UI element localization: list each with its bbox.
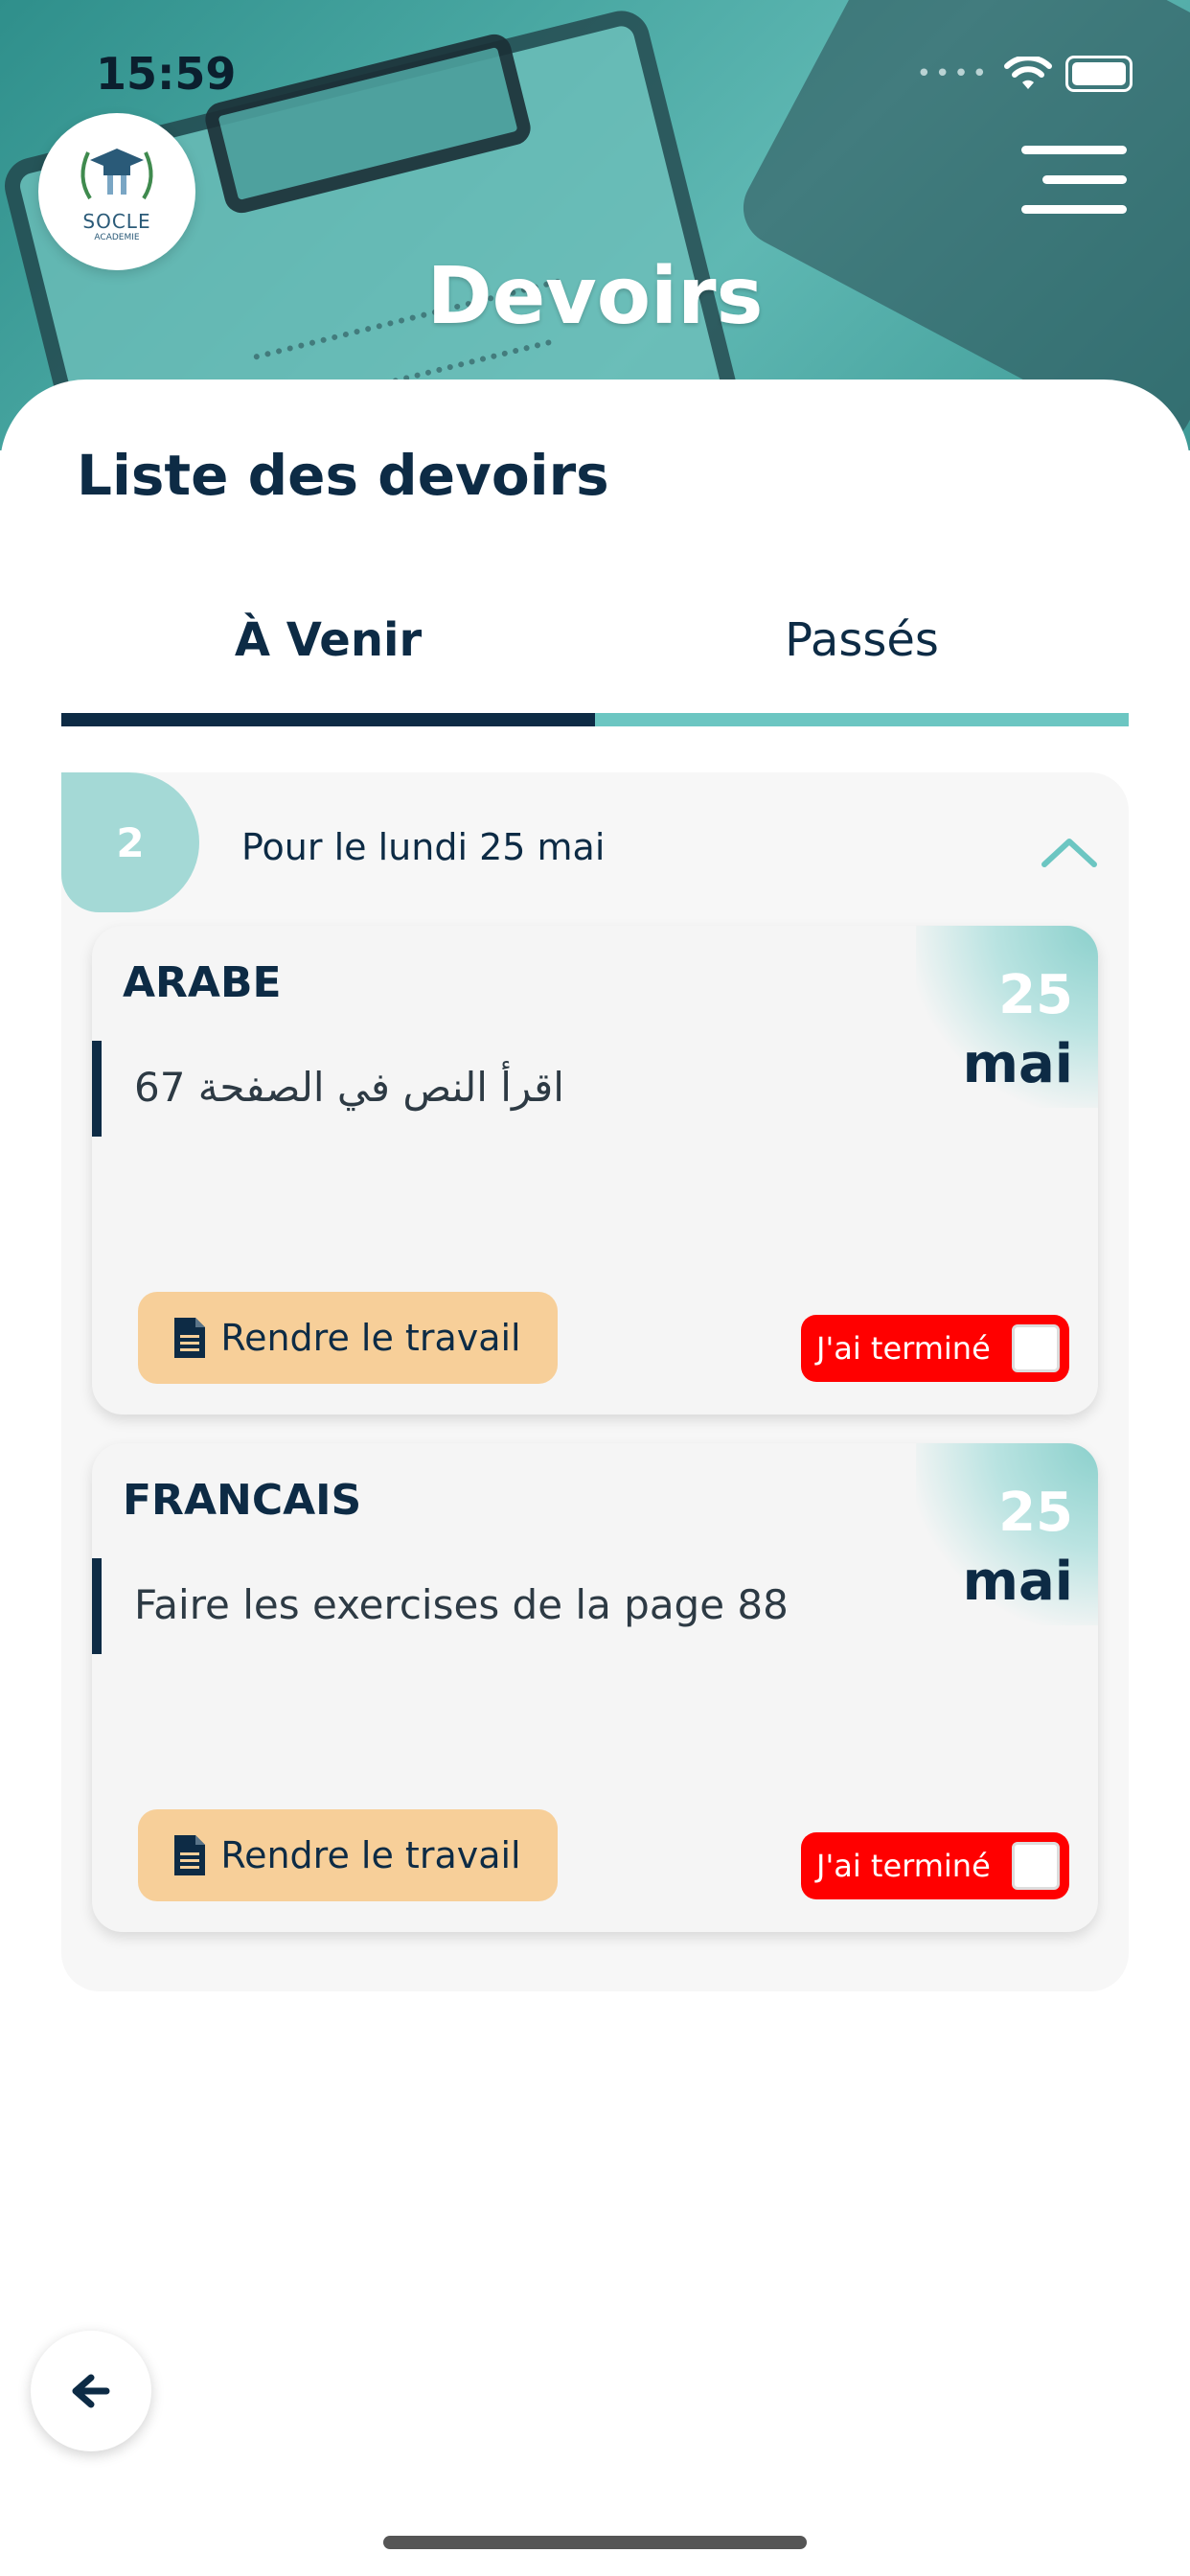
card-subject: FRANCAIS bbox=[123, 1476, 362, 1525]
submit-work-label: Rendre le travail bbox=[220, 1834, 521, 1876]
card-due-month: mai bbox=[962, 1033, 1073, 1095]
tabs: À Venir Passés bbox=[61, 613, 1129, 728]
submit-work-label: Rendre le travail bbox=[220, 1317, 521, 1359]
logo-text: SOCLE bbox=[82, 210, 151, 233]
card-due-month: mai bbox=[962, 1551, 1073, 1613]
homework-card: ARABE 25 mai اقرأ النص في الصفحة 67 Rend… bbox=[92, 926, 1098, 1414]
back-button[interactable] bbox=[31, 2331, 151, 2451]
card-subject: ARABE bbox=[123, 958, 282, 1007]
submit-work-button[interactable]: Rendre le travail bbox=[138, 1809, 558, 1901]
done-checkbox[interactable] bbox=[1012, 1842, 1060, 1890]
hamburger-menu-icon[interactable] bbox=[1021, 146, 1127, 217]
school-logo[interactable]: SOCLE ACADEMIE bbox=[38, 113, 195, 270]
battery-icon bbox=[1065, 56, 1133, 92]
status-time: 15:59 bbox=[96, 48, 237, 100]
group-date-label[interactable]: Pour le lundi 25 mai bbox=[241, 826, 605, 868]
card-due-day: 25 bbox=[998, 964, 1073, 1026]
chevron-up-icon[interactable] bbox=[1041, 836, 1098, 868]
submit-work-button[interactable]: Rendre le travail bbox=[138, 1292, 558, 1384]
card-due-day: 25 bbox=[998, 1482, 1073, 1544]
list-title: Liste des devoirs bbox=[77, 443, 609, 508]
tab-indicator-inactive bbox=[595, 713, 1129, 726]
home-indicator[interactable] bbox=[383, 2536, 807, 2549]
wifi-icon bbox=[1004, 57, 1052, 89]
status-icons: •••• bbox=[917, 56, 1133, 92]
card-description-bar bbox=[92, 1558, 102, 1654]
signal-icon: •••• bbox=[916, 59, 991, 88]
card-description: Faire les exercises de la page 88 bbox=[134, 1581, 789, 1628]
document-icon bbox=[174, 1318, 206, 1358]
done-toggle[interactable]: J'ai terminé bbox=[801, 1832, 1069, 1899]
document-icon bbox=[174, 1835, 206, 1875]
done-checkbox[interactable] bbox=[1012, 1324, 1060, 1372]
arrow-left-icon bbox=[72, 2374, 110, 2408]
logo-subtext: ACADEMIE bbox=[94, 233, 140, 242]
page-title: Devoirs bbox=[426, 251, 764, 342]
tab-past[interactable]: Passés bbox=[595, 613, 1129, 667]
homework-count-badge: 2 bbox=[61, 772, 199, 912]
card-description: اقرأ النص في الصفحة 67 bbox=[134, 1064, 564, 1111]
done-toggle[interactable]: J'ai terminé bbox=[801, 1315, 1069, 1382]
graduation-cap-icon bbox=[80, 149, 153, 200]
tab-indicator-active bbox=[61, 713, 595, 726]
card-description-bar bbox=[92, 1041, 102, 1137]
tab-upcoming[interactable]: À Venir bbox=[61, 613, 595, 667]
done-label: J'ai terminé bbox=[816, 1848, 991, 1884]
homework-card: FRANCAIS 25 mai Faire les exercises de l… bbox=[92, 1443, 1098, 1932]
done-label: J'ai terminé bbox=[816, 1330, 991, 1367]
